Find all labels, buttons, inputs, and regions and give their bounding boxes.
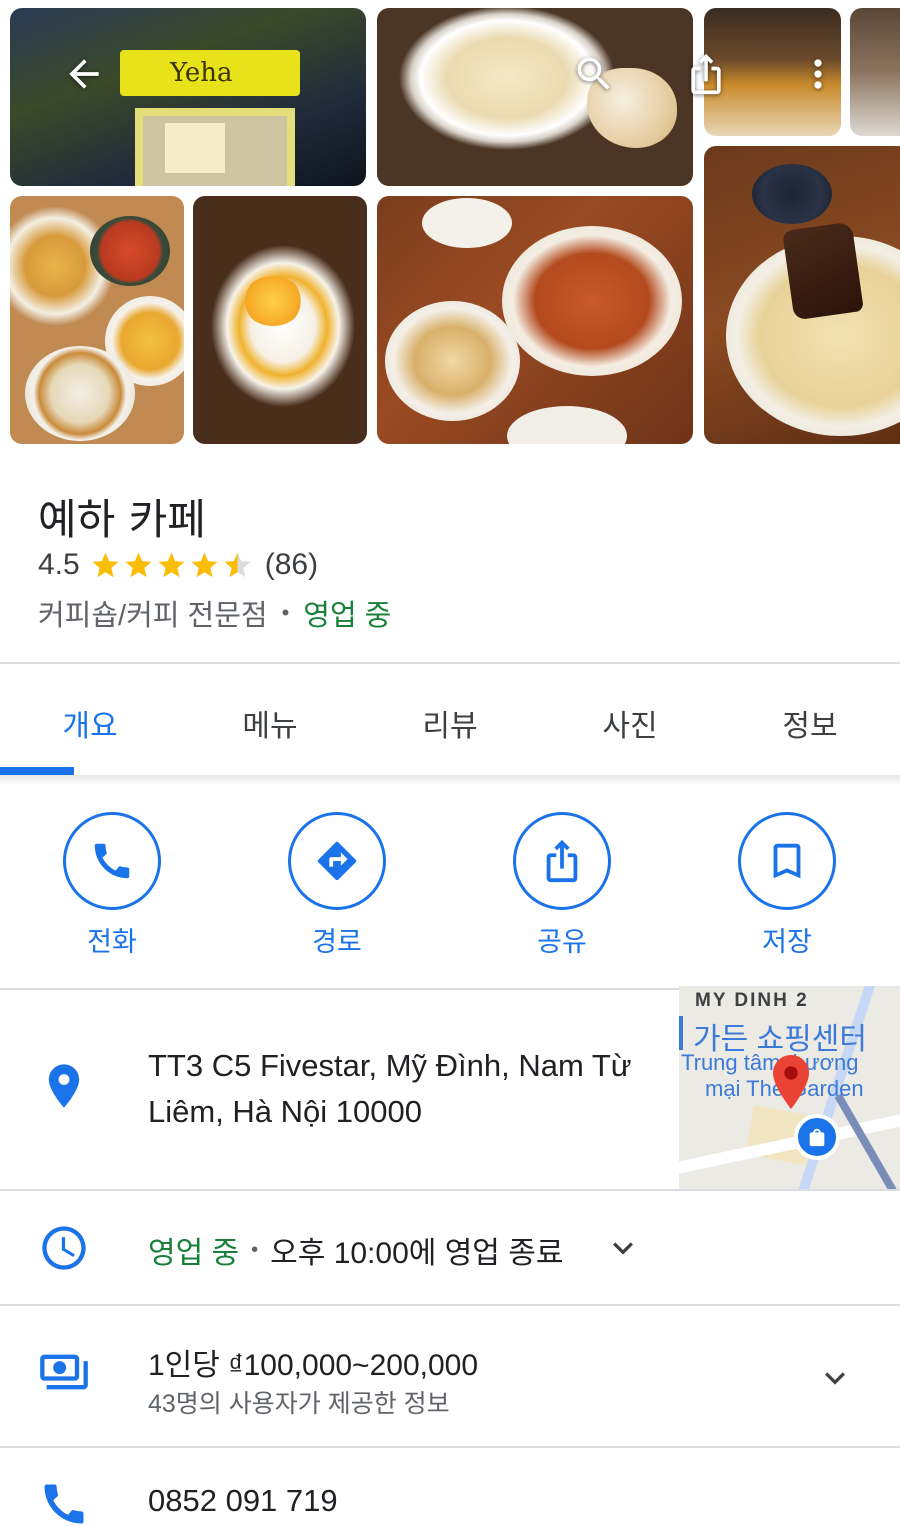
directions-label: 경로 <box>312 927 362 957</box>
bookmark-icon <box>773 843 801 879</box>
directions-icon <box>317 841 357 881</box>
share-button[interactable]: 공유 <box>482 812 642 959</box>
tab-photos[interactable]: 사진 <box>540 701 720 745</box>
photo-mango-bingsu[interactable] <box>193 196 367 444</box>
phone-icon <box>44 1484 84 1524</box>
tab-menu[interactable]: 메뉴 <box>180 701 360 745</box>
search-button[interactable] <box>566 46 622 102</box>
photo-pasta-cream[interactable] <box>377 8 693 186</box>
rating-row[interactable]: 4.5 (86) <box>38 548 318 582</box>
search-icon <box>577 57 610 90</box>
rating-value: 4.5 <box>38 548 80 581</box>
location-pin-icon <box>48 1064 80 1108</box>
money-icon <box>40 1354 88 1390</box>
call-button[interactable]: 전화 <box>32 812 192 959</box>
storefront-sign-text: Yeha <box>170 58 233 88</box>
review-count[interactable]: (86) <box>265 548 318 582</box>
separator-dot: • <box>281 600 290 625</box>
chevron-down-icon[interactable] <box>603 1228 643 1268</box>
phone-icon <box>94 843 130 879</box>
photo-gallery[interactable]: Yeha <box>0 0 900 452</box>
star-icon <box>158 552 185 577</box>
save-button[interactable]: 저장 <box>707 812 867 959</box>
hours-row[interactable]: 영업 중 • 오후 10:00에 영업 종료 <box>148 1228 563 1272</box>
divider <box>0 662 900 664</box>
directions-button[interactable]: 경로 <box>257 812 417 959</box>
divider <box>0 1189 900 1191</box>
photo-dishes-spread[interactable] <box>10 196 184 444</box>
arrow-back-icon <box>69 59 99 89</box>
address-text[interactable]: TT3 C5 Fivestar, Mỹ Đình, Nam Từ Liêm, H… <box>148 1043 668 1135</box>
place-title: 예하 카페 <box>38 495 206 544</box>
photo-chocolate-dessert[interactable] <box>704 146 900 444</box>
place-category[interactable]: 커피숍/커피 전문점 <box>38 592 268 634</box>
share-icon <box>546 839 578 883</box>
rating-stars <box>90 550 255 581</box>
star-icon <box>224 552 251 577</box>
share-top-button[interactable] <box>678 46 734 102</box>
separator-dot: • <box>251 1238 259 1261</box>
star-icon <box>125 552 152 577</box>
clock-icon <box>42 1226 86 1270</box>
star-icon <box>92 552 119 577</box>
tab-bar: 개요 메뉴 리뷰 사진 정보 <box>0 665 900 775</box>
photo-pasta-tomato[interactable] <box>377 196 693 444</box>
tab-about[interactable]: 정보 <box>720 701 900 745</box>
save-label: 저장 <box>762 927 812 957</box>
chevron-down-icon[interactable] <box>815 1358 855 1398</box>
divider <box>0 1446 900 1448</box>
map-preview[interactable]: MY DINH 2 가든 쇼핑센터 Trung tâm thương mại T… <box>679 986 900 1189</box>
map-marker-icon <box>773 1055 809 1109</box>
tab-reviews[interactable]: 리뷰 <box>360 701 540 745</box>
open-status: 영업 중 <box>303 600 392 632</box>
more-options-button[interactable] <box>790 46 846 102</box>
shopping-bag-icon <box>794 1114 840 1160</box>
hours-closing-time: 오후 10:00에 영업 종료 <box>270 1237 564 1270</box>
divider <box>0 1304 900 1306</box>
price-source: 43명의 사용자가 제공한 정보 <box>148 1390 450 1418</box>
tab-active-indicator <box>0 767 74 775</box>
call-label: 전화 <box>87 927 137 957</box>
more-vert-icon <box>814 59 822 89</box>
map-poi-line1: Trung tâm thương <box>681 1050 859 1075</box>
hours-open-status: 영업 중 <box>148 1237 240 1270</box>
price-range: 1인당 ₫100,000~200,000 <box>148 1349 479 1382</box>
back-button[interactable] <box>56 46 112 102</box>
tab-overview[interactable]: 개요 <box>0 701 180 745</box>
star-icon <box>191 552 218 577</box>
share-label: 공유 <box>537 927 587 957</box>
photo-table[interactable] <box>850 8 900 136</box>
category-row: 커피숍/커피 전문점 • 영업 중 <box>38 592 391 634</box>
share-icon <box>691 53 721 95</box>
phone-number[interactable]: 0852 091 719 <box>148 1483 338 1519</box>
map-area-label: MY DINH 2 <box>695 990 809 1011</box>
